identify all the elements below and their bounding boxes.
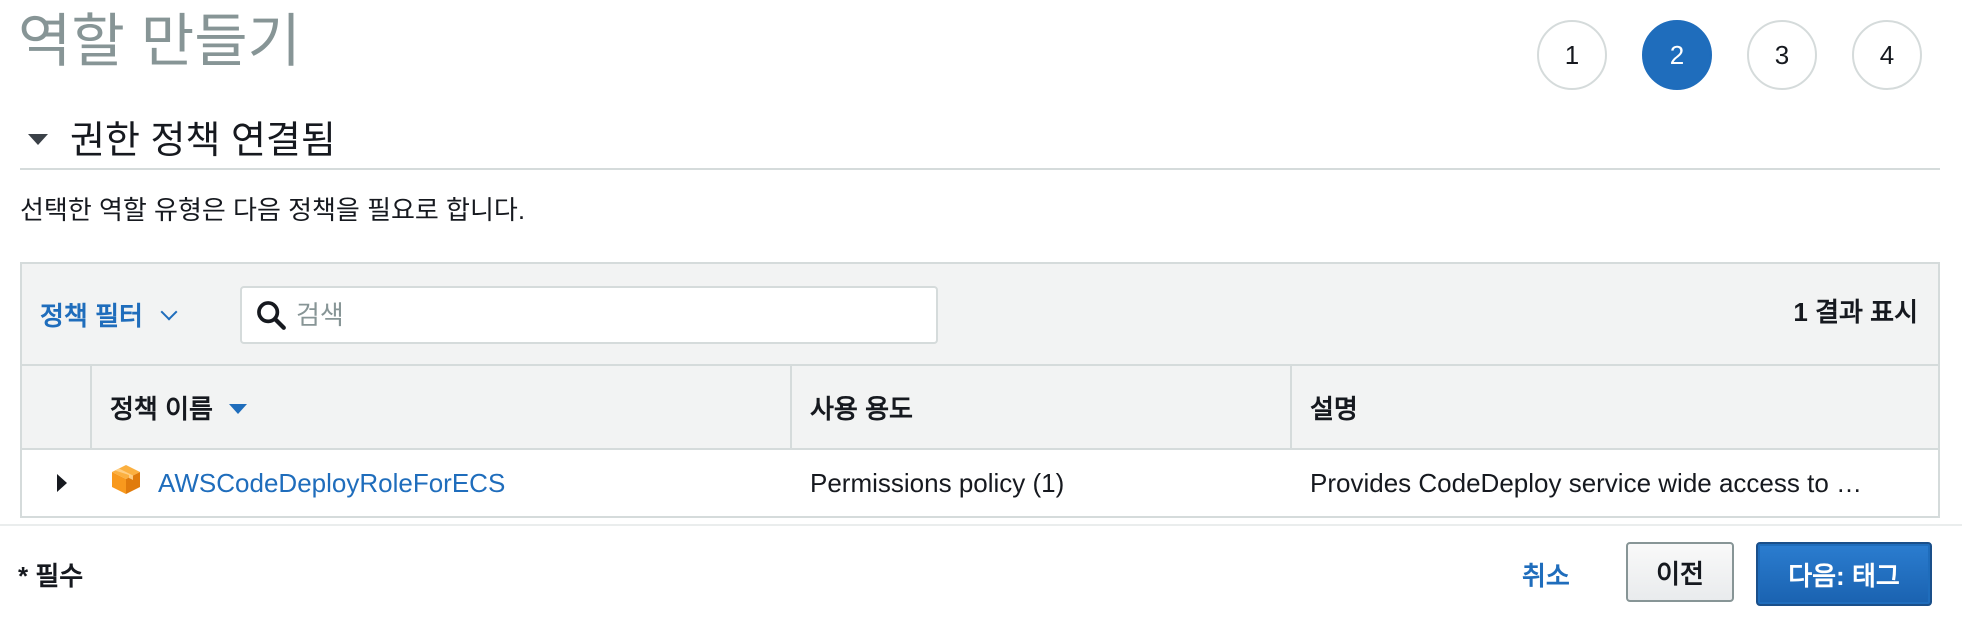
policy-usage-cell: Permissions policy (1) bbox=[810, 467, 1065, 498]
result-count: 1 결과 표시 bbox=[1793, 297, 1918, 327]
step-1[interactable]: 1 bbox=[1537, 20, 1607, 90]
header-usage[interactable]: 사용 용도 bbox=[792, 366, 1292, 448]
header-policy-name-label: 정책 이름 bbox=[110, 393, 213, 424]
policy-table: 정책 필터 1 결과 표시 정책 이름 사용 용도 설명 bbox=[20, 262, 1940, 518]
footer-bar: * 필수 취소 이전 다음: 태그 bbox=[0, 524, 1962, 618]
chevron-down-icon bbox=[160, 303, 178, 320]
search-icon bbox=[257, 301, 286, 330]
caret-down-icon bbox=[28, 133, 48, 145]
header-policy-name[interactable]: 정책 이름 bbox=[92, 366, 792, 448]
policy-name-cell: AWSCodeDeployRoleForECS bbox=[92, 465, 792, 499]
section-description: 선택한 역할 유형은 다음 정책을 필요로 합니다. bbox=[20, 195, 526, 225]
step-4[interactable]: 4 bbox=[1852, 20, 1922, 90]
policy-description-cell: Provides CodeDeploy service wide access … bbox=[1310, 467, 1863, 498]
table-header: 정책 이름 사용 용도 설명 bbox=[22, 366, 1938, 450]
page-title: 역할 만들기 bbox=[18, 9, 301, 74]
cancel-button[interactable]: 취소 bbox=[1522, 556, 1570, 593]
next-tags-button[interactable]: 다음: 태그 bbox=[1756, 542, 1932, 606]
table-row: AWSCodeDeployRoleForECS Permissions poli… bbox=[22, 450, 1938, 516]
step-3[interactable]: 3 bbox=[1747, 20, 1817, 90]
previous-button[interactable]: 이전 bbox=[1626, 542, 1734, 602]
required-note: * 필수 bbox=[18, 561, 84, 591]
policy-filter-label: 정책 필터 bbox=[40, 301, 143, 331]
sort-desc-icon bbox=[228, 404, 247, 414]
row-expand-toggle[interactable] bbox=[22, 474, 92, 492]
search-input[interactable] bbox=[294, 291, 918, 339]
policy-name-link[interactable]: AWSCodeDeployRoleForECS bbox=[158, 468, 505, 499]
wizard-steps: 1 2 3 4 bbox=[1537, 20, 1922, 90]
section-title: 권한 정책 연결됨 bbox=[70, 119, 336, 162]
package-icon bbox=[112, 465, 140, 494]
section-header-toggle[interactable]: 권한 정책 연결됨 bbox=[20, 104, 1940, 170]
policy-filter-dropdown[interactable]: 정책 필터 bbox=[40, 296, 178, 333]
header-expand-column bbox=[22, 366, 92, 448]
search-box[interactable] bbox=[240, 286, 938, 344]
step-2-current[interactable]: 2 bbox=[1642, 20, 1712, 90]
table-toolbar: 정책 필터 1 결과 표시 bbox=[22, 264, 1938, 366]
header-description[interactable]: 설명 bbox=[1292, 366, 1938, 448]
caret-right-icon bbox=[57, 474, 67, 492]
